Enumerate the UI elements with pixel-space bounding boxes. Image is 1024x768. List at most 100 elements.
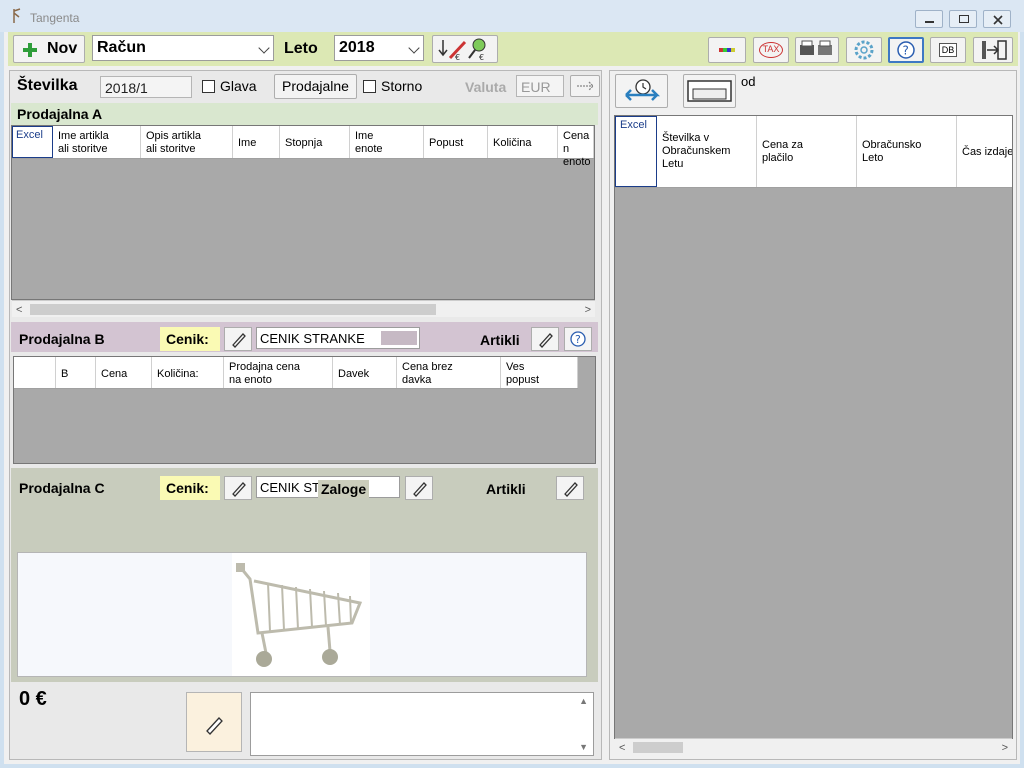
scroll-down-icon[interactable]: ▼ [579,742,588,752]
exit-door-icon [982,40,1007,60]
currency-search-button[interactable]: € € [432,35,498,63]
column-header-invoice-number[interactable]: Številka v Obračunskem Letu [657,116,757,187]
shop-c-pricelist-value: CENIK ST [260,480,320,495]
column-header-amount-due[interactable]: Cena za plačilo [757,116,857,187]
column-header-name[interactable]: Ime [233,126,280,158]
column-header-item-description[interactable]: Opis artikla ali storitve [141,126,233,158]
receipt-printer-button[interactable] [683,74,736,108]
scroll-right-icon[interactable]: > [585,304,591,316]
column-header-rate[interactable]: Stopnja [280,126,350,158]
column-header-accounting-year[interactable]: Obračunsko Leto [857,116,957,187]
scroll-left-icon[interactable]: < [619,742,625,754]
help-icon: ? [897,41,915,59]
pencil-icon [413,482,427,497]
help-icon: ? [570,331,586,347]
od-label: od [741,74,756,89]
pencil-icon [206,717,223,735]
receipt-printer-icon [687,80,732,102]
shop-c-pricelist-edit-button[interactable] [224,476,252,500]
column-header-unit-sale-price[interactable]: Prodajna cena na enoto [224,357,333,388]
column-header-issue-time[interactable]: Čas izdaje [957,116,1012,187]
shop-c-items-label: Artikli [486,481,526,497]
column-header-quantity[interactable]: Količina: [152,357,224,388]
shop-c-stock-label: Zaloge [318,480,370,498]
shopping-cart-image [232,553,370,676]
settings-button[interactable] [846,37,882,63]
clock-arrows-icon [625,79,661,101]
chevron-down-icon [408,42,420,54]
column-header-item-name[interactable]: Ime artikla ali storitve [53,126,141,158]
title-bar [0,0,1024,32]
gear-icon [854,40,874,60]
column-header-unit-price[interactable]: Cena n enoto [558,126,594,168]
shop-b-title: Prodajalna B [19,331,105,347]
app-logo-icon [13,8,21,23]
minimize-icon [925,21,934,23]
shop-a-grid-header: Excel Ime artikla ali storitve Opis artik… [12,126,594,168]
database-icon: DB [939,43,957,57]
shopping-cart-area[interactable] [17,552,587,677]
scrollbar-thumb[interactable] [633,742,683,753]
maximize-button[interactable] [949,10,977,28]
notes-edit-button[interactable] [186,692,242,752]
excel-export-button[interactable]: Excel [615,116,657,187]
color-strip-icon [719,48,735,52]
column-header-discount[interactable]: Popust [424,126,488,158]
window-title: Tangenta [30,11,80,25]
shop-b-pricelist-field[interactable]: CENIK STRANKE [256,327,420,349]
printer-icon [800,40,832,55]
display-button[interactable] [708,37,746,63]
shop-c-items-edit-button[interactable] [556,476,584,500]
chevron-down-icon [258,42,270,54]
shop-b-pricelist-edit-button[interactable] [224,327,252,351]
column-header-price-without-tax[interactable]: Cena brez davka [397,357,501,388]
excel-export-button[interactable]: Excel [12,126,53,158]
invoice-number-field[interactable]: 2018/1 [100,76,192,98]
tax-button[interactable]: TAX [753,37,789,63]
shop-c-title: Prodajalna C [19,480,105,496]
shop-b-help-button[interactable]: ? [564,327,592,351]
scrollbar-thumb[interactable] [30,304,436,315]
scroll-right-icon[interactable]: > [1002,742,1008,754]
notes-textarea[interactable]: ▲ ▼ [250,692,594,756]
shop-a-grid[interactable]: Excel Ime artikla ali storitve Opis artik… [11,125,595,300]
shopping-cart-icon [236,563,363,667]
minimize-button[interactable] [915,10,943,28]
database-button[interactable]: DB [930,37,966,63]
document-type-select[interactable]: Račun [92,35,274,61]
column-header-b[interactable]: B [56,357,96,388]
column-header-total-discount[interactable]: Ves popust [501,357,578,388]
history-button[interactable] [615,74,668,108]
column-header-quantity[interactable]: Količina [488,126,558,158]
close-button[interactable] [983,10,1011,28]
pencil-icon [564,482,578,497]
shop-a-horizontal-scrollbar[interactable]: < > [12,300,595,317]
restore-icon [959,15,969,23]
shops-button[interactable]: Prodajalne [274,74,357,99]
help-button[interactable]: ? [888,37,924,63]
new-button[interactable]: Nov [13,35,85,63]
column-header-unit-name[interactable]: Ime enote [350,126,424,158]
pencil-icon [232,482,246,497]
year-select[interactable]: 2018 [334,35,424,61]
storno-label: Storno [381,78,423,94]
print-button[interactable] [795,37,839,63]
shop-b-grid[interactable]: B Cena Količina: Prodajna cena na enoto D… [13,356,596,464]
column-header-tax[interactable]: Davek [333,357,397,388]
invoice-list-horizontal-scrollbar[interactable]: < > [615,738,1012,755]
head-checkbox[interactable] [202,80,215,93]
invoice-list-grid[interactable]: Excel Številka v Obračunskem Letu Cena za p… [614,115,1013,739]
currency-exchange-button[interactable] [570,75,600,97]
exchange-arrow-icon [577,81,594,91]
scroll-left-icon[interactable]: < [16,304,22,316]
shop-b-items-edit-button[interactable] [531,327,559,351]
svg-text:?: ? [575,333,581,346]
currency-field[interactable]: EUR [516,75,564,97]
exit-button[interactable] [973,37,1013,63]
column-header-price[interactable]: Cena [96,357,152,388]
scroll-up-icon[interactable]: ▲ [579,696,588,706]
storno-checkbox[interactable] [363,80,376,93]
svg-text:?: ? [903,44,909,58]
shop-c-stock-edit-button[interactable] [405,476,433,500]
svg-text:€: € [479,53,484,62]
